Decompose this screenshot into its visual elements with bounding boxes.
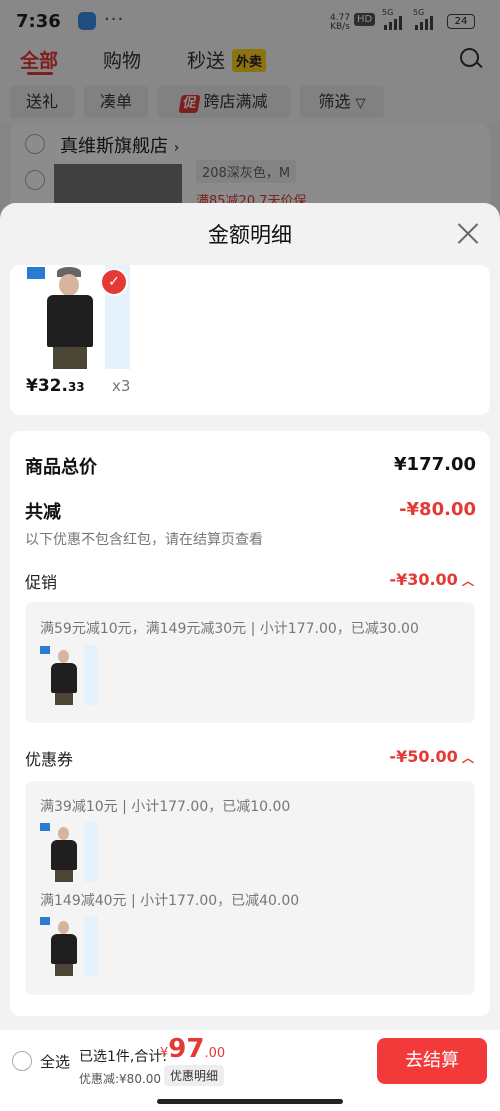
discount-detail-button[interactable]: 优惠明细	[164, 1065, 225, 1086]
total-amount: ¥97.00	[160, 1034, 226, 1064]
coupon-product-thumb-2	[40, 916, 98, 976]
product-quantity: x3	[112, 377, 131, 395]
total-value: ¥177.00	[394, 454, 476, 475]
reduce-value: -¥80.00	[399, 499, 476, 520]
coupon-label: 优惠券	[25, 750, 74, 769]
checkout-button[interactable]: 去结算	[377, 1038, 487, 1084]
promo-toggle[interactable]: -¥30.00 ︿	[389, 570, 474, 589]
coupon-detail-2: 满149减40元 | 小计177.00，已减40.00	[40, 893, 300, 909]
coupon-toggle[interactable]: -¥50.00 ︿	[389, 747, 474, 766]
product-price: ¥32.33	[26, 376, 85, 396]
chevron-up-icon: ︿	[457, 751, 474, 765]
selected-count: 已选1件,合计:	[79, 1049, 168, 1065]
coupon-detail-1: 满39减10元 | 小计177.00，已减10.00	[40, 799, 291, 815]
discount-amount: 优惠减:¥80.00	[79, 1072, 162, 1086]
promo-detail: 满59元减10元，满149元减30元 | 小计177.00，已减30.00	[40, 621, 419, 637]
reduce-label: 共减	[25, 502, 61, 523]
close-icon[interactable]	[457, 222, 479, 244]
sheet-title: 金额明细	[208, 223, 292, 247]
reduce-note: 以下优惠不包含红包，请在结算页查看	[25, 532, 263, 548]
coupon-product-thumb-1	[40, 822, 98, 882]
selected-check-icon: ✓	[100, 268, 128, 296]
promo-product-thumb	[40, 645, 98, 705]
select-all-radio[interactable]	[12, 1051, 32, 1071]
total-label: 商品总价	[25, 457, 97, 478]
promo-label: 促销	[25, 573, 58, 592]
select-all-label[interactable]: 全选	[40, 1051, 70, 1072]
chevron-up-icon: ︿	[457, 574, 474, 588]
home-indicator[interactable]	[157, 1099, 343, 1104]
checkout-bar: 全选 已选1件,合计: ¥97.00 优惠减:¥80.00 优惠明细 去结算	[0, 1030, 500, 1111]
